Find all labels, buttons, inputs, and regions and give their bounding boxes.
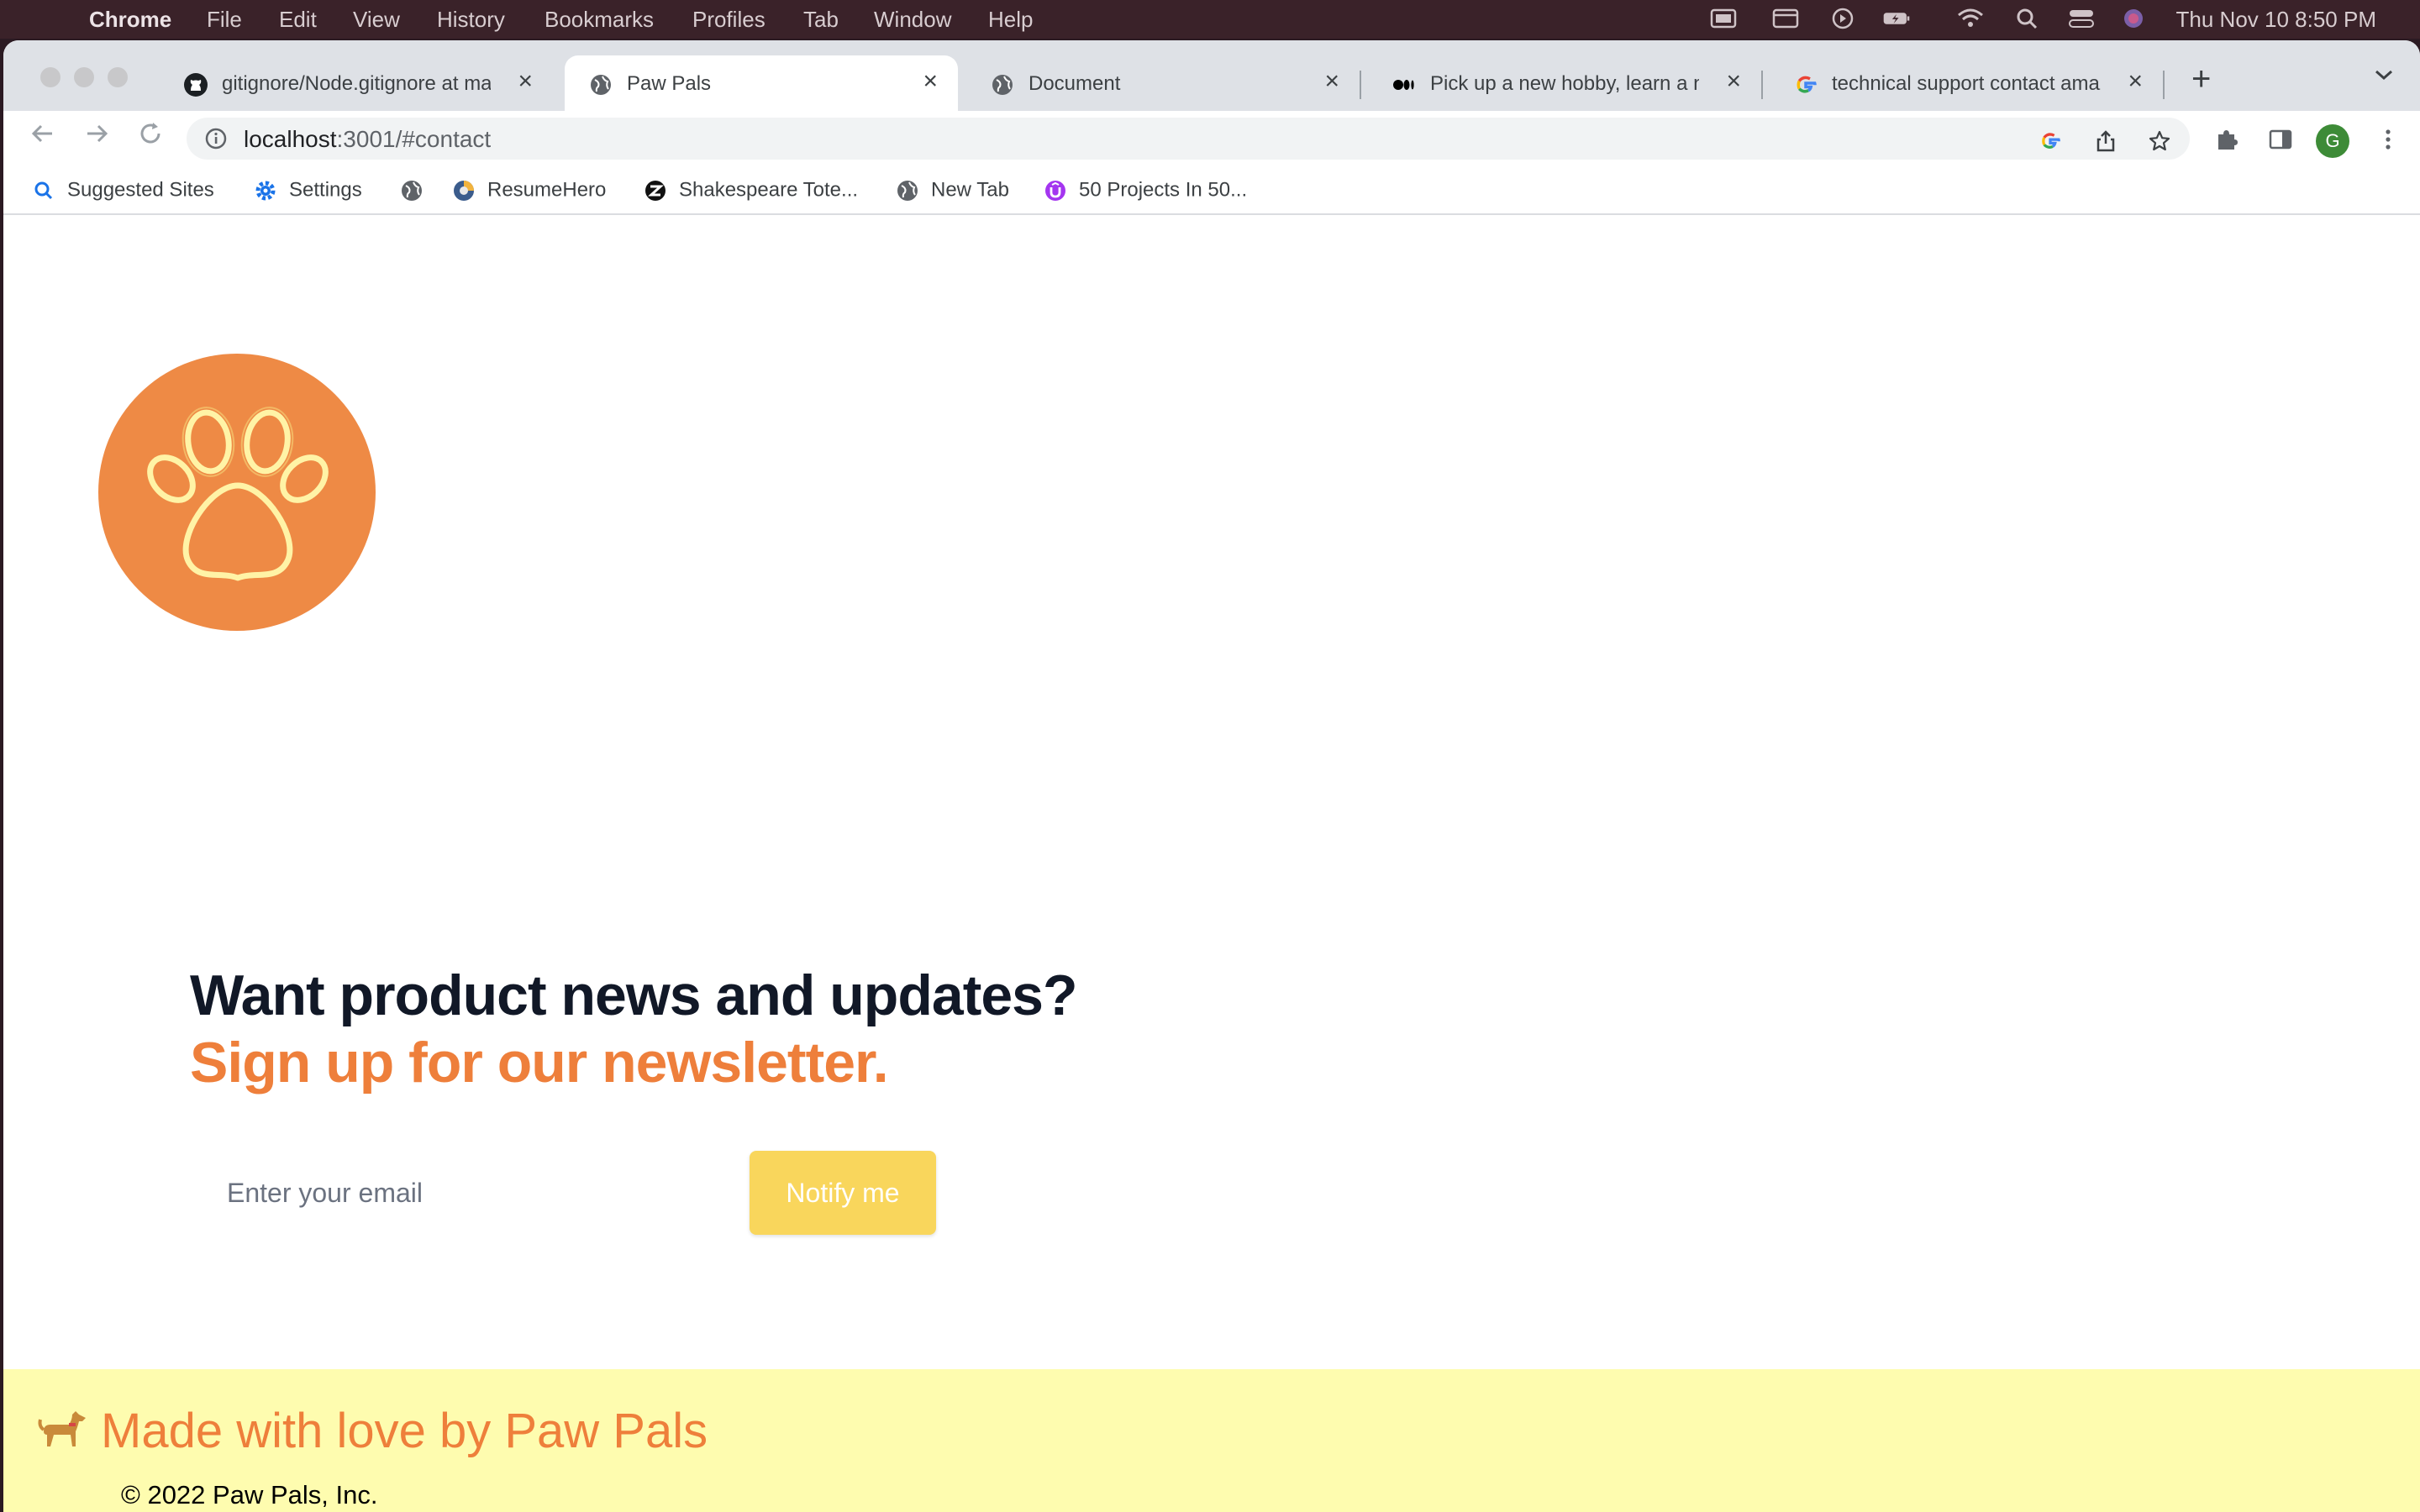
back-arrow-icon[interactable]	[29, 119, 57, 148]
globe-icon	[897, 180, 918, 201]
github-icon	[184, 73, 208, 97]
zazzle-icon	[645, 180, 666, 201]
menu-edit[interactable]: Edit	[279, 7, 317, 33]
search-icon	[34, 181, 53, 199]
macos-menu-bar: Chrome File Edit View History Bookmarks …	[0, 0, 2420, 39]
email-input[interactable]	[190, 1151, 728, 1235]
google-lens-icon[interactable]	[2039, 129, 2062, 153]
tab-title: technical support contact amazon	[1832, 72, 2101, 95]
menu-window[interactable]: Window	[874, 7, 951, 33]
tab-close-icon[interactable]: ×	[923, 67, 938, 96]
browser-window: gitignore/Node.gitignore at main × Paw P…	[3, 40, 2420, 1512]
resumehero-icon	[454, 180, 474, 201]
extensions-puzzle-icon[interactable]	[2213, 126, 2240, 153]
profile-avatar[interactable]: G	[2316, 124, 2349, 158]
page-content: Want product news and updates? Sign up f…	[3, 215, 2420, 1512]
tab-close-icon[interactable]: ×	[1726, 67, 1741, 96]
url-host: localhost	[244, 126, 337, 152]
tab-paw-pals[interactable]: Paw Pals ×	[565, 55, 958, 111]
site-info-icon[interactable]	[205, 128, 227, 150]
bookmark-label: Suggested Sites	[67, 178, 214, 202]
globe-icon	[402, 180, 422, 201]
paw-logo[interactable]	[97, 353, 376, 632]
bookmark-globe[interactable]	[400, 178, 435, 202]
reload-icon[interactable]	[136, 119, 165, 148]
google-icon	[1797, 76, 1817, 93]
spotlight-search-icon[interactable]	[2013, 7, 2042, 30]
bookmarks-bar: Suggested Sites Settings ResumeHero Shak…	[3, 166, 2420, 215]
window-minimize-button[interactable]	[74, 67, 94, 87]
footer-copyright: © 2022 Paw Pals, Inc.	[121, 1480, 378, 1509]
notify-me-button[interactable]: Notify me	[750, 1151, 936, 1235]
menu-app-name[interactable]: Chrome	[89, 7, 171, 33]
forward-arrow-icon[interactable]	[82, 119, 111, 148]
medium-icon	[1393, 80, 1414, 90]
battery-icon[interactable]	[1882, 7, 1911, 30]
tab-title: gitignore/Node.gitignore at main	[222, 72, 491, 95]
tab-separator	[1761, 71, 1763, 99]
bookmark-shakespeare-tote[interactable]: Shakespeare Tote...	[644, 178, 858, 202]
menu-bookmarks[interactable]: Bookmarks	[544, 7, 654, 33]
globe-icon	[992, 75, 1013, 95]
tab-close-icon[interactable]: ×	[2128, 67, 2143, 96]
gear-icon	[255, 181, 276, 201]
address-bar[interactable]: localhost:3001/#contact	[187, 118, 2190, 160]
bookmark-50-projects[interactable]: 50 Projects In 50...	[1044, 178, 1247, 202]
menu-file[interactable]: File	[207, 7, 242, 33]
new-tab-button[interactable]: +	[2191, 60, 2211, 98]
url-path: :3001/#contact	[336, 126, 492, 152]
menu-tab[interactable]: Tab	[803, 7, 839, 33]
window-zoom-button[interactable]	[108, 67, 128, 87]
tab-strip: gitignore/Node.gitignore at main × Paw P…	[3, 40, 2420, 111]
menu-clock[interactable]: Thu Nov 10 8:50 PM	[2176, 7, 2376, 33]
tab-title: Document	[1028, 72, 1121, 95]
tab-medium[interactable]: Pick up a new hobby, learn a new ×	[1368, 55, 1763, 111]
bookmark-label: Shakespeare Tote...	[679, 178, 859, 202]
tab-separator	[1360, 71, 1361, 99]
tab-separator	[2163, 71, 2165, 99]
footer: Made with love by Paw Pals © 2022 Paw Pa…	[3, 1369, 2420, 1512]
bookmark-settings[interactable]: Settings	[254, 178, 362, 202]
tab-google-search[interactable]: technical support contact amazon ×	[1770, 55, 2165, 111]
tab-title: Paw Pals	[627, 72, 712, 95]
bookmark-label: ResumeHero	[487, 178, 607, 202]
wifi-icon[interactable]	[1956, 7, 1985, 30]
side-panel-icon[interactable]	[2267, 126, 2294, 153]
bookmark-star-icon[interactable]	[2148, 129, 2171, 153]
globe-icon	[591, 75, 611, 95]
tab-search-chevron-icon[interactable]	[2373, 64, 2395, 86]
bookmark-label: 50 Projects In 50...	[1079, 178, 1248, 202]
control-center-icon[interactable]	[2067, 7, 2096, 30]
footer-made-with-love: Made with love by Paw Pals	[101, 1404, 708, 1458]
bookmark-new-tab[interactable]: New Tab	[896, 178, 1009, 202]
browser-toolbar: localhost:3001/#contact G	[3, 111, 2420, 166]
bookmark-resumehero[interactable]: ResumeHero	[452, 178, 606, 202]
tab-gitignore[interactable]: gitignore/Node.gitignore at main ×	[160, 55, 553, 111]
more-menu-icon[interactable]	[2375, 126, 2402, 153]
tab-close-icon[interactable]: ×	[518, 67, 533, 96]
tab-title: Pick up a new hobby, learn a new	[1430, 72, 1699, 95]
bookmark-label: Settings	[289, 178, 362, 202]
menu-history[interactable]: History	[437, 7, 505, 33]
menu-help[interactable]: Help	[988, 7, 1033, 33]
siri-icon[interactable]	[2119, 7, 2148, 30]
screen-mirror-icon[interactable]	[1709, 7, 1738, 30]
tab-document[interactable]: Document ×	[966, 55, 1361, 111]
window-close-button[interactable]	[40, 67, 60, 87]
window-icon[interactable]	[1771, 7, 1800, 30]
address-url[interactable]: localhost:3001/#contact	[244, 126, 491, 153]
menu-profiles[interactable]: Profiles	[692, 7, 765, 33]
dog-icon	[38, 1411, 86, 1446]
udemy-icon	[1045, 180, 1065, 201]
tab-close-icon[interactable]: ×	[1324, 67, 1339, 96]
media-play-icon[interactable]	[1828, 7, 1857, 30]
bookmark-suggested-sites[interactable]: Suggested Sites	[32, 178, 214, 202]
newsletter-subheadline: Sign up for our newsletter.	[190, 1031, 889, 1095]
share-icon[interactable]	[2094, 129, 2118, 153]
menu-view[interactable]: View	[353, 7, 400, 33]
newsletter-headline: Want product news and updates?	[190, 963, 1078, 1027]
bookmark-label: New Tab	[931, 178, 1009, 202]
